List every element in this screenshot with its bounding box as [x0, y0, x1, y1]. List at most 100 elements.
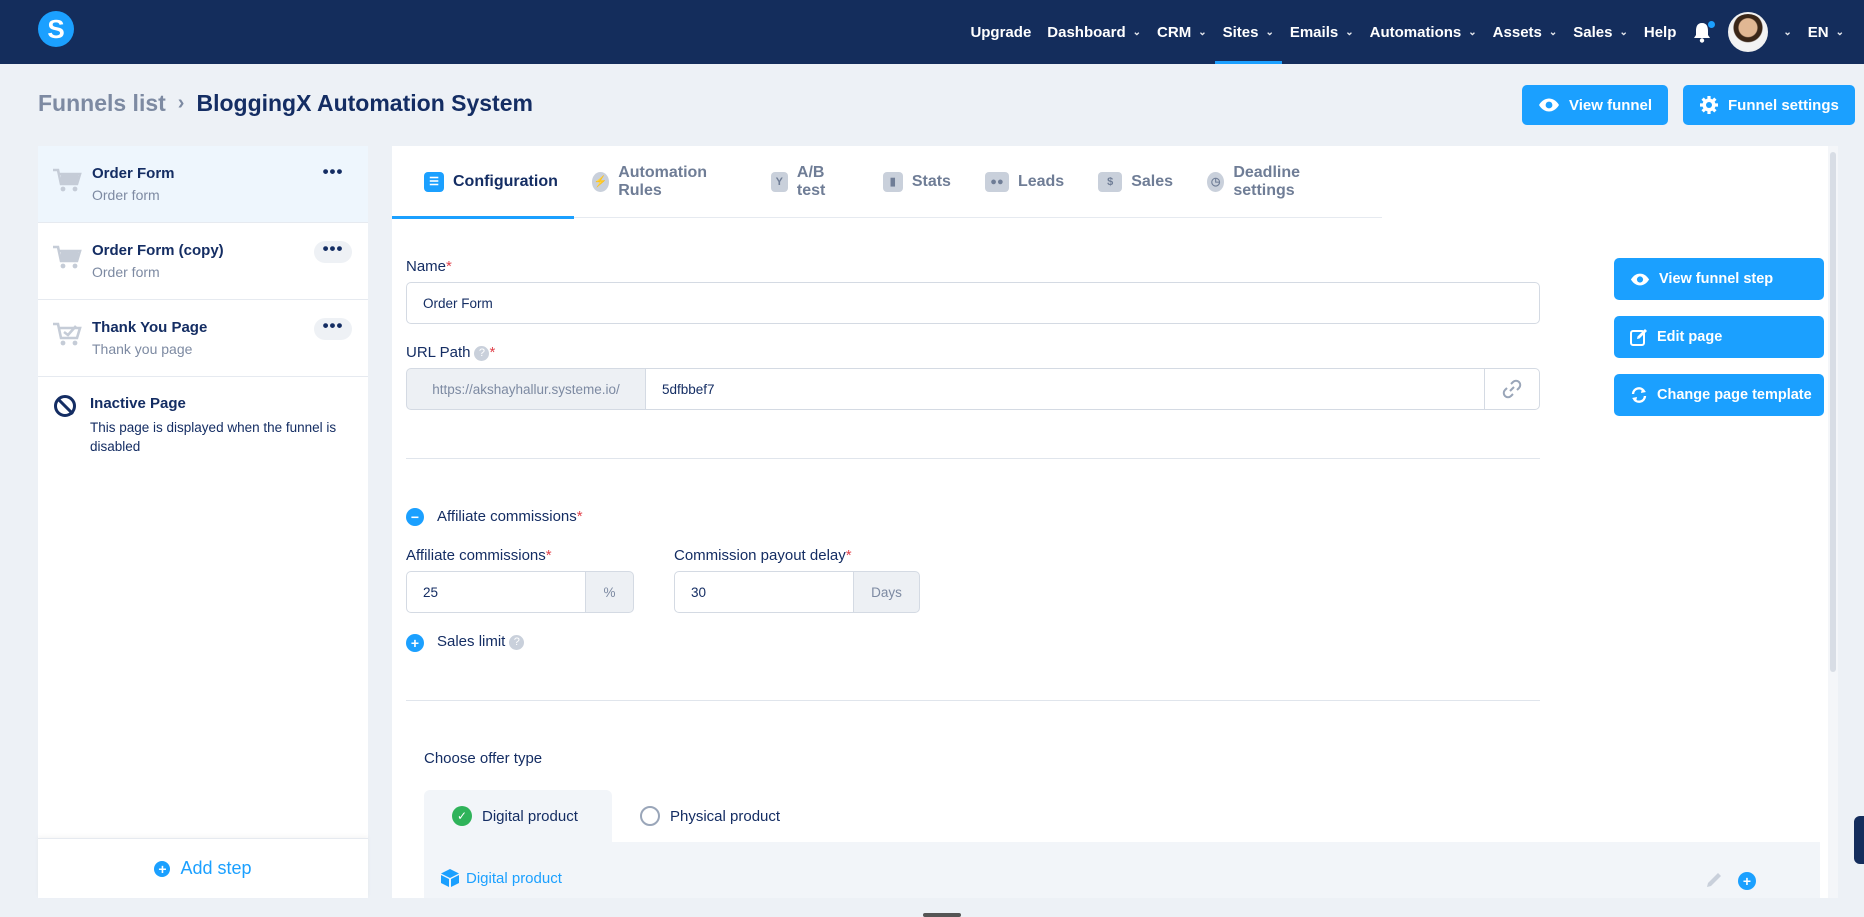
edit-icon — [1630, 329, 1647, 346]
notification-bell-icon[interactable] — [1692, 21, 1716, 43]
split-icon: Y — [770, 171, 788, 192]
funnel-steps-panel: Order Form Order form ••• Order Form (co… — [38, 146, 368, 898]
tab-deadline-settings[interactable]: ◷ Deadline settings — [1207, 146, 1348, 218]
nav-dashboard[interactable]: Dashboard ⌄ — [1047, 0, 1141, 64]
funnel-settings-button[interactable]: Funnel settings — [1683, 85, 1855, 125]
sales-limit-label: Sales limit? — [437, 633, 525, 650]
radio-icon — [640, 806, 660, 826]
url-prefix: https://akshayhallur.systeme.io/ — [406, 368, 646, 410]
chevron-down-icon: ⌄ — [1198, 26, 1207, 38]
tab-sales[interactable]: $ Sales — [1098, 146, 1173, 218]
offer-physical-product[interactable]: Physical product — [640, 790, 840, 842]
chevron-down-icon: ⌄ — [1345, 26, 1354, 38]
required-marker: * — [545, 547, 552, 564]
sliders-icon: ☰ — [424, 171, 444, 192]
page-title: BloggingX Automation System — [196, 90, 533, 116]
nav-sites[interactable]: Sites ⌄ — [1214, 0, 1283, 64]
main-scrollbar[interactable] — [1828, 146, 1838, 898]
help-icon[interactable]: ? — [474, 345, 490, 361]
tab-label: Deadline settings — [1233, 163, 1301, 199]
name-input[interactable]: Order Form — [406, 282, 1540, 324]
required-marker: * — [845, 547, 852, 564]
nav-automations[interactable]: Automations ⌄ — [1370, 0, 1477, 64]
step-more-button[interactable]: ••• — [314, 163, 352, 186]
systeme-logo[interactable]: S — [38, 11, 74, 47]
affiliate-label-text: Affiliate commissions — [406, 547, 546, 564]
expand-sales-limit-button[interactable]: + — [406, 634, 424, 652]
language-label: EN — [1807, 23, 1829, 41]
add-product-button[interactable]: + — [1738, 872, 1756, 890]
section-divider — [406, 458, 1540, 459]
change-page-template-label: Change page template — [1657, 387, 1812, 403]
tab-label: Configuration — [453, 172, 558, 190]
nav-sales[interactable]: Sales ⌄ — [1573, 0, 1628, 64]
nav-upgrade-label: Upgrade — [970, 23, 1032, 41]
required-marker: * — [576, 508, 583, 525]
tab-configuration[interactable]: ☰ Configuration — [392, 146, 574, 219]
nav-automations-label: Automations — [1369, 23, 1462, 41]
box-icon — [441, 869, 459, 887]
step-title: Inactive Page — [90, 395, 186, 412]
view-funnel-button[interactable]: View funnel — [1522, 85, 1669, 125]
chevron-down-icon: ⌄ — [1548, 26, 1558, 38]
chevron-down-icon: ⌄ — [1835, 26, 1844, 38]
view-funnel-step-button[interactable]: View funnel step — [1614, 258, 1824, 300]
avatar-menu[interactable]: ⌄ — [1776, 0, 1791, 64]
nav-crm-label: CRM — [1157, 23, 1192, 41]
tab-ab-test[interactable]: Y A/B test — [770, 146, 849, 218]
cart-icon — [53, 168, 82, 192]
required-marker: * — [489, 344, 496, 361]
change-page-template-button[interactable]: Change page template — [1614, 374, 1824, 416]
nav-emails[interactable]: Emails ⌄ — [1290, 0, 1354, 64]
breadcrumb: Funnels list › BloggingX Automation Syst… — [38, 90, 533, 117]
funnel-step-order-form[interactable]: Order Form Order form ••• — [38, 146, 368, 223]
refresh-icon — [1631, 387, 1647, 403]
nav-dashboard-label: Dashboard — [1047, 23, 1126, 41]
percent-addon: % — [585, 571, 634, 613]
nav-assets[interactable]: Assets ⌄ — [1493, 0, 1558, 64]
tab-leads[interactable]: ●● Leads — [984, 146, 1064, 218]
funnel-step-inactive-page[interactable]: Inactive Page This page is displayed whe… — [38, 377, 368, 477]
payout-label-text: Commission payout delay — [674, 547, 846, 564]
bolt-icon: ⚡ — [591, 171, 610, 192]
add-step-button[interactable]: + Add step — [38, 838, 368, 898]
digital-product-link-label: Digital product — [466, 869, 562, 887]
nav-menu: Upgrade Dashboard ⌄ CRM ⌄ Sites ⌄ Emails ⌄ A… — [954, 0, 1844, 64]
tab-automation-rules[interactable]: ⚡ Automation Rules — [591, 146, 737, 218]
users-icon: ●● — [984, 171, 1009, 192]
breadcrumb-funnels-list[interactable]: Funnels list — [38, 90, 166, 117]
offer-type-label: Choose offer type — [424, 750, 543, 767]
side-dock-tab[interactable] — [1854, 816, 1864, 864]
digital-product-link[interactable]: Digital product — [440, 868, 562, 888]
collapse-affiliate-button[interactable]: − — [406, 508, 424, 526]
pencil-icon[interactable] — [1704, 870, 1724, 890]
nav-upgrade[interactable]: Upgrade — [970, 0, 1031, 64]
step-subtitle: Order form — [92, 187, 160, 203]
step-more-button[interactable]: ••• — [314, 317, 352, 340]
nav-crm[interactable]: CRM ⌄ — [1157, 0, 1207, 64]
scrollbar-thumb[interactable] — [1830, 152, 1836, 672]
funnel-step-thank-you[interactable]: Thank You Page Thank you page ••• — [38, 300, 368, 377]
dollar-icon: $ — [1098, 171, 1123, 192]
step-subtitle: Order form — [92, 264, 160, 280]
payout-delay-input[interactable]: 30 — [674, 571, 854, 613]
nav-help[interactable]: Help — [1644, 0, 1677, 64]
step-more-button[interactable]: ••• — [314, 240, 352, 263]
funnel-step-order-form-copy[interactable]: Order Form (copy) Order form ••• — [38, 223, 368, 300]
affiliate-commission-input[interactable]: 25 — [406, 571, 586, 613]
edit-page-button[interactable]: Edit page — [1614, 316, 1824, 358]
days-addon: Days — [853, 571, 920, 613]
nav-emails-label: Emails — [1289, 23, 1339, 41]
url-path-input[interactable]: 5dfbbef7 — [645, 368, 1485, 410]
plus-icon: + — [154, 860, 171, 877]
offer-digital-label: Digital product — [482, 807, 578, 825]
tab-label: Stats — [911, 172, 951, 190]
tab-stats[interactable]: ▮ Stats — [882, 146, 951, 218]
offer-digital-product[interactable]: ✓ Digital product — [424, 790, 612, 842]
bottom-handle[interactable] — [923, 913, 961, 917]
help-icon[interactable]: ? — [509, 634, 525, 650]
user-avatar[interactable] — [1728, 12, 1769, 52]
nav-sales-label: Sales — [1573, 23, 1613, 41]
copy-link-button[interactable] — [1484, 368, 1540, 410]
language-selector[interactable]: EN ⌄ — [1808, 0, 1844, 64]
